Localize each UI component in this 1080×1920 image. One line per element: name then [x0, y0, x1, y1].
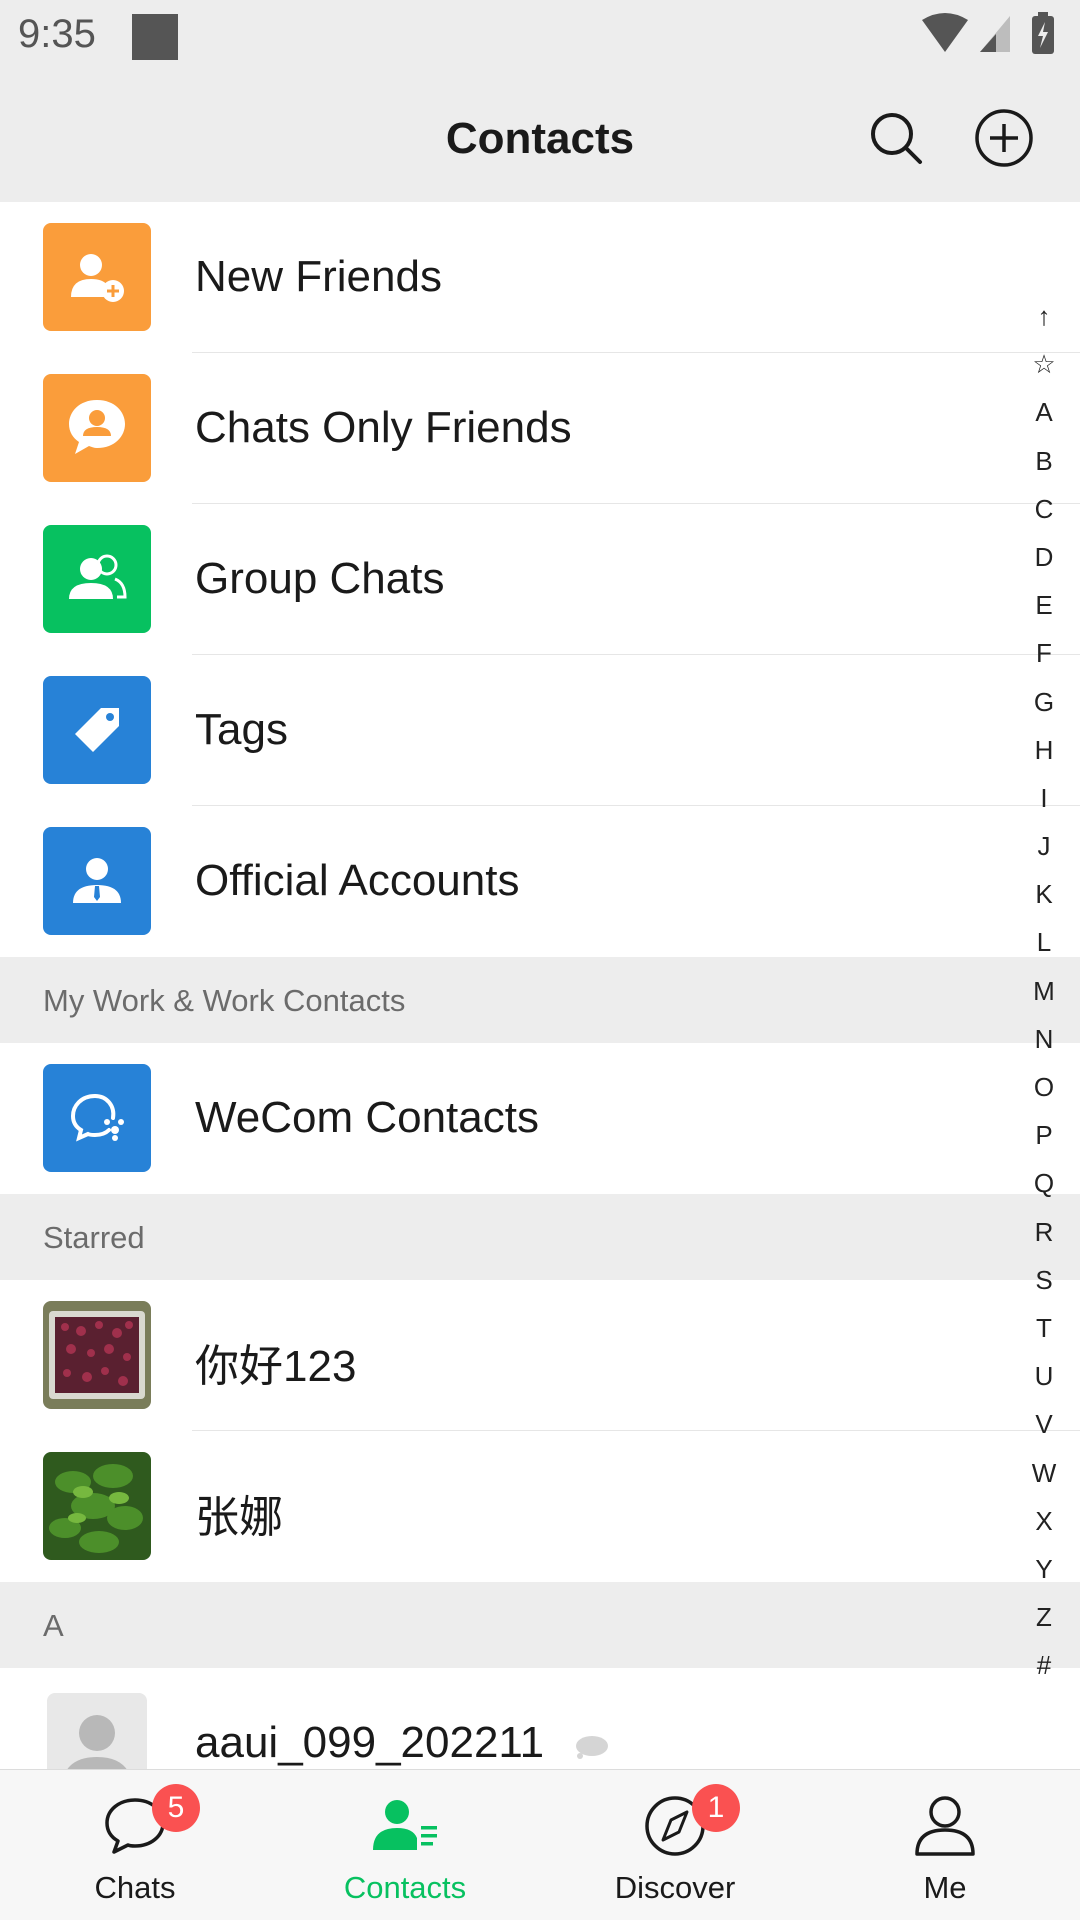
- index-letter[interactable]: X: [1035, 1497, 1052, 1545]
- section-header: A: [0, 1582, 1080, 1668]
- index-letter[interactable]: N: [1035, 1015, 1054, 1063]
- tab-label: Contacts: [343, 1870, 467, 1905]
- index-letter[interactable]: K: [1035, 870, 1052, 918]
- notification-icon: [132, 14, 178, 60]
- section-header: Starred: [0, 1194, 1080, 1280]
- tab-discover[interactable]: 1 Discover: [540, 1770, 810, 1920]
- add-button[interactable]: [972, 106, 1036, 170]
- top-bar: Contacts: [0, 76, 1080, 202]
- wifi-icon: [922, 13, 968, 52]
- index-letter[interactable]: J: [1038, 822, 1051, 870]
- unread-badge: 1: [692, 1784, 740, 1832]
- wecom-contacts-item[interactable]: WeCom Contacts: [0, 1043, 1080, 1194]
- index-letter[interactable]: ☆: [1032, 340, 1055, 388]
- battery-icon: [1032, 12, 1054, 54]
- item-label: New Friends: [195, 252, 442, 301]
- index-letter[interactable]: G: [1034, 678, 1054, 726]
- tab-label: Me: [923, 1870, 967, 1905]
- index-letter[interactable]: Z: [1036, 1593, 1052, 1641]
- index-letter[interactable]: ↑: [1038, 292, 1051, 340]
- chats-only-friends-item[interactable]: Chats Only Friends: [0, 353, 1080, 504]
- plus-circle-icon: [975, 109, 1033, 167]
- contact-name: aaui_099_202211: [195, 1718, 545, 1767]
- tab-label: Chats: [94, 1870, 176, 1905]
- signal-icon: [980, 16, 1010, 52]
- official-account-icon: [43, 827, 151, 935]
- new-friends-item[interactable]: New Friends: [0, 202, 1080, 353]
- bottom-nav: 5 Chats Contacts 1 Discover Me: [0, 1769, 1080, 1920]
- contacts-list: New Friends Chats Only Friends Group Cha…: [0, 202, 1080, 1819]
- index-letter[interactable]: M: [1033, 967, 1055, 1015]
- index-letter[interactable]: Q: [1034, 1159, 1054, 1207]
- person-icon: [915, 1796, 975, 1856]
- group-chats-item[interactable]: Group Chats: [0, 504, 1080, 655]
- tab-label: Discover: [614, 1870, 736, 1905]
- index-letter[interactable]: H: [1035, 726, 1054, 774]
- item-label: Chats Only Friends: [195, 403, 572, 452]
- item-label: WeCom Contacts: [195, 1093, 539, 1142]
- index-letter[interactable]: O: [1034, 1063, 1054, 1111]
- index-letter[interactable]: C: [1035, 485, 1054, 533]
- avatar: [43, 1301, 151, 1409]
- tab-me[interactable]: Me: [810, 1770, 1080, 1920]
- index-letter[interactable]: W: [1032, 1449, 1057, 1497]
- status-bar: 9:35: [0, 0, 1080, 76]
- section-title: A: [43, 1608, 64, 1643]
- index-letter[interactable]: E: [1035, 581, 1052, 629]
- chat-person-icon: [43, 374, 151, 482]
- tag-icon: [43, 676, 151, 784]
- index-letter[interactable]: I: [1040, 774, 1047, 822]
- section-title: Starred: [43, 1220, 145, 1255]
- search-icon: [871, 113, 922, 164]
- avatar: [43, 1452, 151, 1560]
- contact-row[interactable]: 你好123: [0, 1280, 1080, 1431]
- item-label: Group Chats: [195, 554, 445, 603]
- contact-name: 你好123: [195, 1342, 357, 1391]
- cloud-icon: [576, 1736, 608, 1759]
- status-time: 9:35: [18, 12, 96, 56]
- index-letter[interactable]: S: [1035, 1256, 1052, 1304]
- status-icons: [922, 12, 1054, 54]
- wecom-icon: [43, 1064, 151, 1172]
- item-label: Tags: [195, 705, 288, 754]
- index-letter[interactable]: A: [1035, 388, 1052, 436]
- index-letter[interactable]: Y: [1035, 1545, 1052, 1593]
- item-label: Official Accounts: [195, 856, 520, 905]
- index-letter[interactable]: U: [1035, 1352, 1054, 1400]
- index-letter[interactable]: P: [1035, 1111, 1052, 1159]
- index-letter[interactable]: F: [1036, 629, 1052, 677]
- index-letter[interactable]: R: [1035, 1208, 1054, 1256]
- tab-contacts[interactable]: Contacts: [270, 1770, 540, 1920]
- index-letter[interactable]: V: [1035, 1400, 1052, 1448]
- official-accounts-item[interactable]: Official Accounts: [0, 806, 1080, 957]
- index-letter[interactable]: L: [1037, 918, 1051, 966]
- contacts-icon: [373, 1800, 437, 1850]
- alphabet-index[interactable]: ↑ ☆ A B C D E F G H I J K L M N O P Q R S T U V W X Y Z #: [1020, 292, 1068, 1689]
- index-letter[interactable]: T: [1036, 1304, 1052, 1352]
- contact-row[interactable]: 张娜: [0, 1431, 1080, 1582]
- unread-badge: 5: [152, 1784, 200, 1832]
- tab-chats[interactable]: 5 Chats: [0, 1770, 270, 1920]
- search-button[interactable]: [864, 106, 928, 170]
- index-letter[interactable]: #: [1037, 1641, 1051, 1689]
- contact-name: 张娜: [195, 1493, 283, 1542]
- index-letter[interactable]: B: [1035, 437, 1052, 485]
- section-title: My Work & Work Contacts: [43, 983, 406, 1018]
- add-friend-icon: [43, 223, 151, 331]
- index-letter[interactable]: D: [1035, 533, 1054, 581]
- tags-item[interactable]: Tags: [0, 655, 1080, 806]
- section-header: My Work & Work Contacts: [0, 957, 1080, 1043]
- group-icon: [43, 525, 151, 633]
